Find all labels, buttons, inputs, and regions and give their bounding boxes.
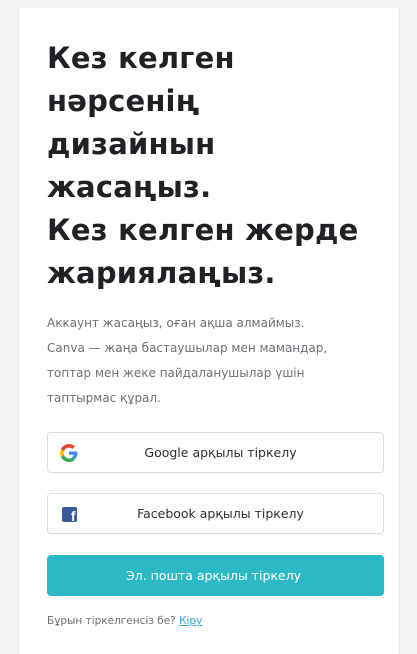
description-line: топтар мен жеке пайдаланушылар үшін — [47, 366, 305, 380]
google-signup-button[interactable]: Google арқылы тіркелу — [47, 432, 384, 473]
google-icon — [60, 444, 78, 462]
description-text: Аккаунт жасаңыз, оған ақша алмаймыз. Can… — [47, 311, 392, 411]
login-link[interactable]: Кіру — [179, 615, 202, 627]
facebook-icon: f — [60, 505, 78, 523]
google-signup-label: Google арқылы тіркелу — [144, 445, 297, 460]
description-line: таптырмас құрал. — [47, 391, 161, 405]
headline-line: Кез келген — [47, 41, 235, 75]
login-prompt: Бұрын тіркелгенсіз бе? Кіру — [47, 615, 202, 627]
facebook-signup-button[interactable]: f Facebook арқылы тіркелу — [47, 493, 384, 534]
login-prompt-text: Бұрын тіркелгенсіз бе? — [47, 615, 176, 627]
email-signup-button[interactable]: Эл. пошта арқылы тіркелу — [47, 555, 384, 596]
facebook-signup-label: Facebook арқылы тіркелу — [137, 506, 304, 521]
headline-line: жариялаңыз. — [47, 256, 276, 290]
description-line: Canva — жаңа бастаушылар мен мамандар, — [47, 341, 328, 355]
headline-line: Кез келген жерде — [47, 213, 359, 247]
headline-line: нәрсенің — [47, 84, 200, 118]
description-line: Аккаунт жасаңыз, оған ақша алмаймыз. — [47, 316, 305, 330]
headline-line: дизайнын — [47, 127, 216, 161]
signup-content: Кез келген нәрсенің дизайнын жасаңыз. Ке… — [47, 37, 392, 411]
signup-card: Кез келген нәрсенің дизайнын жасаңыз. Ке… — [18, 8, 400, 654]
headline-line: жасаңыз. — [47, 170, 212, 204]
email-signup-label: Эл. пошта арқылы тіркелу — [126, 568, 301, 583]
page-title: Кез келген нәрсенің дизайнын жасаңыз. Ке… — [47, 37, 392, 295]
